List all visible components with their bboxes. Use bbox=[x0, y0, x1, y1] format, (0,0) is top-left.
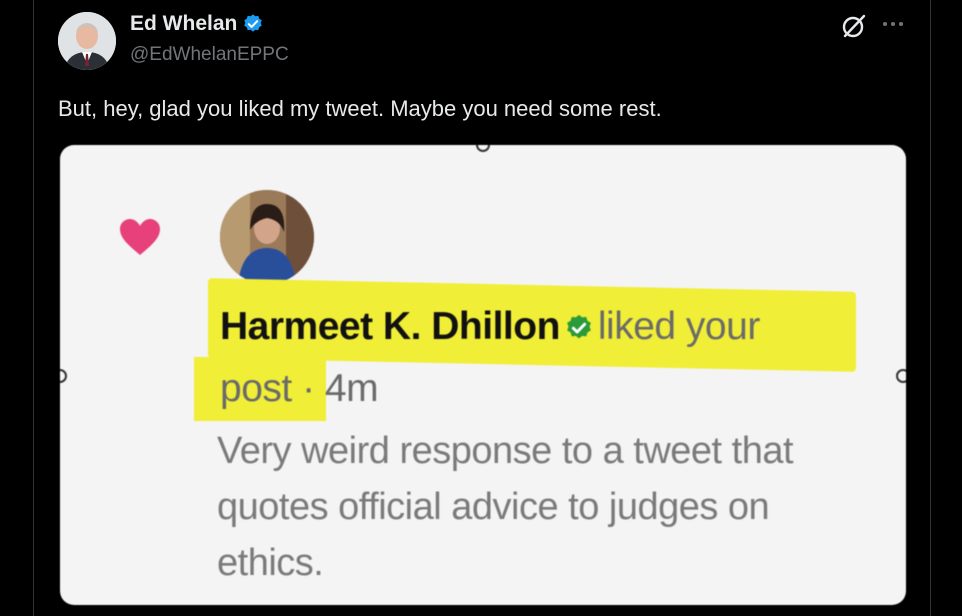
author-avatar[interactable] bbox=[58, 12, 116, 70]
liker-name: Harmeet K. Dhillon bbox=[220, 305, 560, 348]
verified-badge-icon bbox=[567, 314, 591, 339]
separator: · bbox=[302, 367, 315, 410]
embedded-screenshot[interactable]: Harmeet K. Dhillon liked your post · 4m … bbox=[60, 145, 906, 605]
like-notification-line-2: post · 4m bbox=[220, 367, 379, 411]
grok-icon[interactable] bbox=[840, 12, 868, 40]
timestamp: 4m bbox=[324, 367, 379, 410]
author-handle[interactable]: @EdWhelanEPPC bbox=[130, 44, 289, 66]
action-text: liked your bbox=[597, 305, 760, 348]
action-text-2: post bbox=[220, 367, 292, 410]
crop-handle-left bbox=[60, 369, 67, 383]
tweet-text: But, hey, glad you liked my tweet. Maybe… bbox=[58, 96, 662, 121]
crop-handle-right bbox=[896, 369, 906, 383]
heart-icon bbox=[120, 219, 160, 255]
quoted-post-text: Very weird response to a tweet that quot… bbox=[217, 430, 794, 584]
crop-handle-top bbox=[476, 145, 490, 152]
liker-avatar bbox=[220, 190, 314, 284]
more-options-icon[interactable] bbox=[880, 14, 906, 34]
author-name[interactable]: Ed Whelan bbox=[130, 12, 237, 36]
like-notification-line: Harmeet K. Dhillon liked your bbox=[220, 305, 760, 349]
verified-badge-icon[interactable] bbox=[242, 13, 264, 35]
